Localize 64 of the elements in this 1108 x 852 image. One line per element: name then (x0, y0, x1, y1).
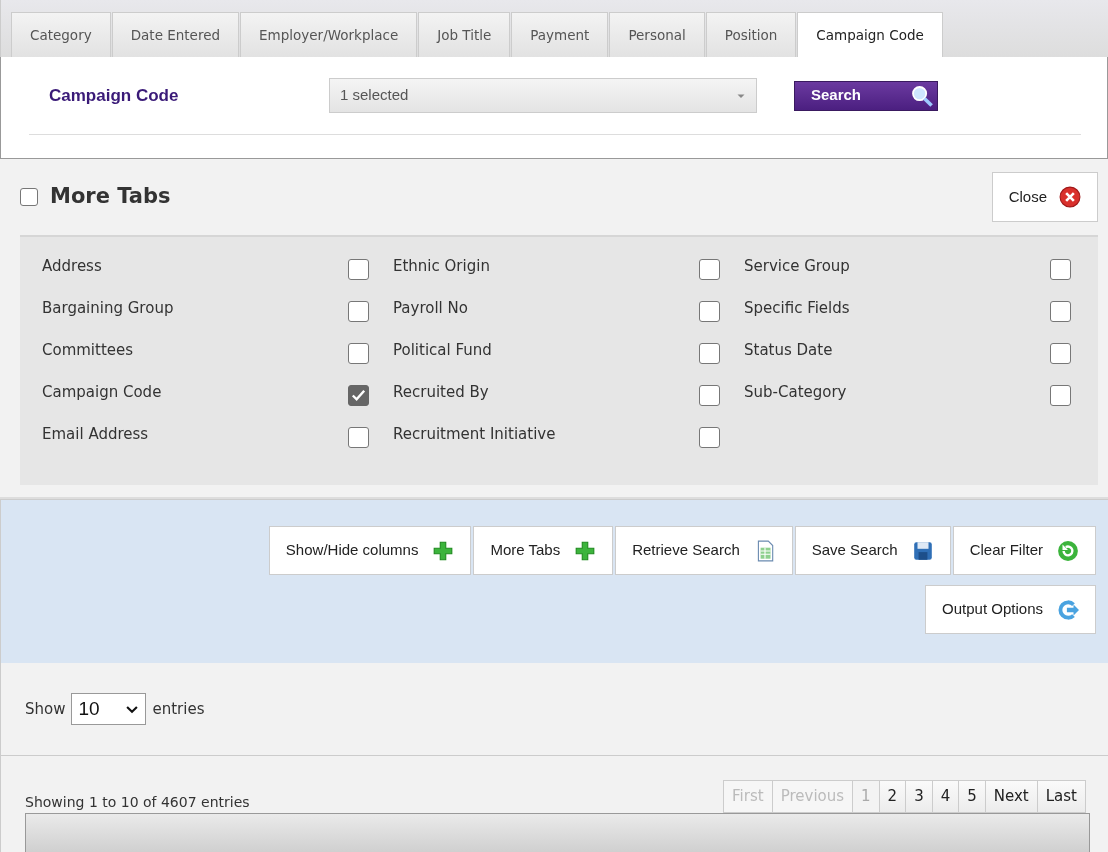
close-icon (1059, 186, 1081, 208)
checkbox[interactable] (699, 427, 720, 448)
checkbox[interactable] (348, 301, 369, 322)
option-label: Committees (42, 340, 134, 361)
page-button[interactable]: Last (1037, 780, 1086, 813)
arrow-circle-icon (1057, 598, 1079, 621)
toolbar-button[interactable]: More Tabs (473, 526, 614, 575)
field-label: Campaign Code (48, 84, 180, 107)
checkbox[interactable] (20, 188, 38, 206)
toolbar-button[interactable]: Save Search (794, 526, 951, 575)
option-label: Service Group (744, 256, 850, 277)
page-button[interactable]: 2 (879, 780, 907, 813)
tab[interactable]: Date Entered (111, 12, 240, 57)
option-label: Recruited By (393, 382, 489, 403)
option-label: Political Fund (393, 340, 492, 361)
option-label: Status Date (744, 340, 833, 361)
checkbox[interactable] (699, 385, 720, 406)
multiselect-dropdown[interactable]: 1 selected (329, 78, 757, 113)
tab[interactable]: Campaign Code (797, 12, 943, 57)
toolbar-button[interactable]: Retrieve Search (615, 526, 793, 575)
search-button[interactable]: Search (794, 80, 938, 111)
tab[interactable]: Payment (511, 12, 609, 57)
tab[interactable]: Employer/Workplace (240, 12, 418, 57)
tab[interactable]: Personal (609, 12, 705, 57)
page-button[interactable]: 4 (932, 780, 960, 813)
option-label: Address (42, 256, 102, 277)
tab[interactable]: Job Title (418, 12, 511, 57)
checkbox[interactable] (348, 385, 369, 406)
option-label: Payroll No (393, 298, 468, 319)
option-label: Campaign Code (42, 382, 162, 403)
checkbox[interactable] (1050, 343, 1071, 364)
checkbox[interactable] (1050, 385, 1071, 406)
show-label: Show (25, 698, 66, 720)
checkbox[interactable] (348, 259, 369, 280)
section-title: More Tabs (50, 183, 171, 211)
checkbox[interactable] (699, 301, 720, 322)
toolbar-button[interactable]: Output Options (925, 585, 1096, 634)
page-button[interactable]: 5 (959, 780, 986, 813)
checkbox[interactable] (348, 427, 369, 448)
option-label: Specific Fields (744, 298, 850, 319)
search-icon (910, 83, 934, 108)
plus-icon (574, 539, 597, 562)
tab[interactable]: Category (11, 12, 111, 57)
option-label: Email Address (42, 424, 149, 445)
option-label: Recruitment Initiative (393, 424, 556, 445)
option-label: Ethnic Origin (393, 256, 490, 277)
toolbar-button[interactable]: Clear Filter (952, 526, 1096, 575)
option-label: Bargaining Group (42, 298, 174, 319)
checkbox[interactable] (1050, 301, 1071, 322)
page-button[interactable]: Next (985, 780, 1038, 813)
entries-label: entries (152, 698, 205, 720)
option-label: Sub-Category (744, 382, 847, 403)
close-button[interactable]: Close (991, 172, 1098, 222)
refresh-icon (1057, 539, 1079, 562)
page-button[interactable]: 3 (906, 780, 933, 813)
checkbox[interactable] (348, 343, 369, 364)
plus-icon (432, 539, 455, 562)
checkbox[interactable] (1050, 259, 1071, 280)
toolbar-button[interactable]: Show/Hide columns (268, 526, 472, 575)
checkbox[interactable] (699, 343, 720, 364)
checkbox[interactable] (699, 259, 720, 280)
entries-info: Showing 1 to 10 of 4607 entries (25, 792, 250, 812)
entries-select[interactable]: 10 (71, 693, 147, 725)
tab[interactable]: Position (705, 12, 797, 57)
